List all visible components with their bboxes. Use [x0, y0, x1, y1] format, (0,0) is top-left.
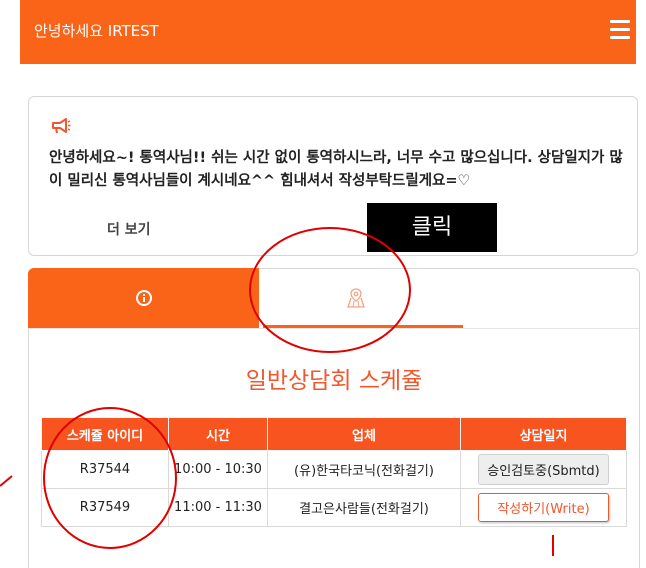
schedule-id: R37549 — [41, 488, 169, 527]
schedule-panel: 일반상담회 스케쥴 스케쥴 아이디 시간 업체 상담일지 R37544 10:0… — [28, 268, 640, 568]
click-annotation-label: 클릭 — [367, 203, 497, 252]
notice-box: 안녕하세요~! 통역사님!! 쉬는 시간 없이 통역하시느라, 너무 수고 많으… — [28, 96, 638, 256]
column-header-company: 업체 — [267, 417, 461, 451]
schedule-table: 스케쥴 아이디 시간 업체 상담일지 R37544 10:00 - 10:30 … — [41, 417, 627, 527]
table-row: R37544 10:00 - 10:30 (유)한국타코닉(전화걸기) 승인검토… — [41, 450, 627, 489]
log-cell: 작성하기(Write) — [460, 488, 627, 527]
schedule-time: 10:00 - 10:30 — [168, 450, 268, 489]
schedule-title: 일반상담회 스케쥴 — [245, 368, 423, 394]
tab-map[interactable] — [259, 268, 640, 328]
megaphone-icon — [52, 118, 71, 134]
more-link[interactable]: 더 보기 — [107, 219, 151, 239]
table-header-row: 스케쥴 아이디 시간 업체 상담일지 — [41, 417, 627, 451]
company-call-link[interactable]: (유)한국타코닉(전화걸기) — [267, 450, 461, 489]
info-icon — [136, 290, 152, 306]
write-log-button[interactable]: 작성하기(Write) — [478, 493, 609, 522]
log-cell: 승인검토중(Sbmtd) — [460, 450, 627, 489]
tab-divider — [29, 328, 639, 329]
header-title: 안녕하세요 IRTEST — [34, 22, 159, 40]
notice-message: 안녕하세요~! 통역사님!! 쉬는 시간 없이 통역하시느라, 너무 수고 많으… — [49, 150, 623, 189]
map-icon — [347, 288, 365, 308]
app-header: 안녕하세요 IRTEST — [20, 0, 636, 64]
column-header-log: 상담일지 — [460, 417, 627, 451]
column-header-id: 스케쥴 아이디 — [41, 417, 169, 451]
column-header-time: 시간 — [168, 417, 268, 451]
schedule-id: R37544 — [41, 450, 169, 489]
annotation-line-left — [0, 475, 13, 487]
status-submitted-button[interactable]: 승인검토중(Sbmtd) — [478, 454, 609, 485]
hamburger-menu-icon[interactable] — [610, 20, 630, 42]
table-row: R37549 11:00 - 11:30 결고은사람들(전화걸기) 작성하기(W… — [41, 488, 627, 527]
tab-info[interactable] — [28, 268, 259, 328]
schedule-time: 11:00 - 11:30 — [168, 488, 268, 527]
company-call-link[interactable]: 결고은사람들(전화걸기) — [267, 488, 461, 527]
